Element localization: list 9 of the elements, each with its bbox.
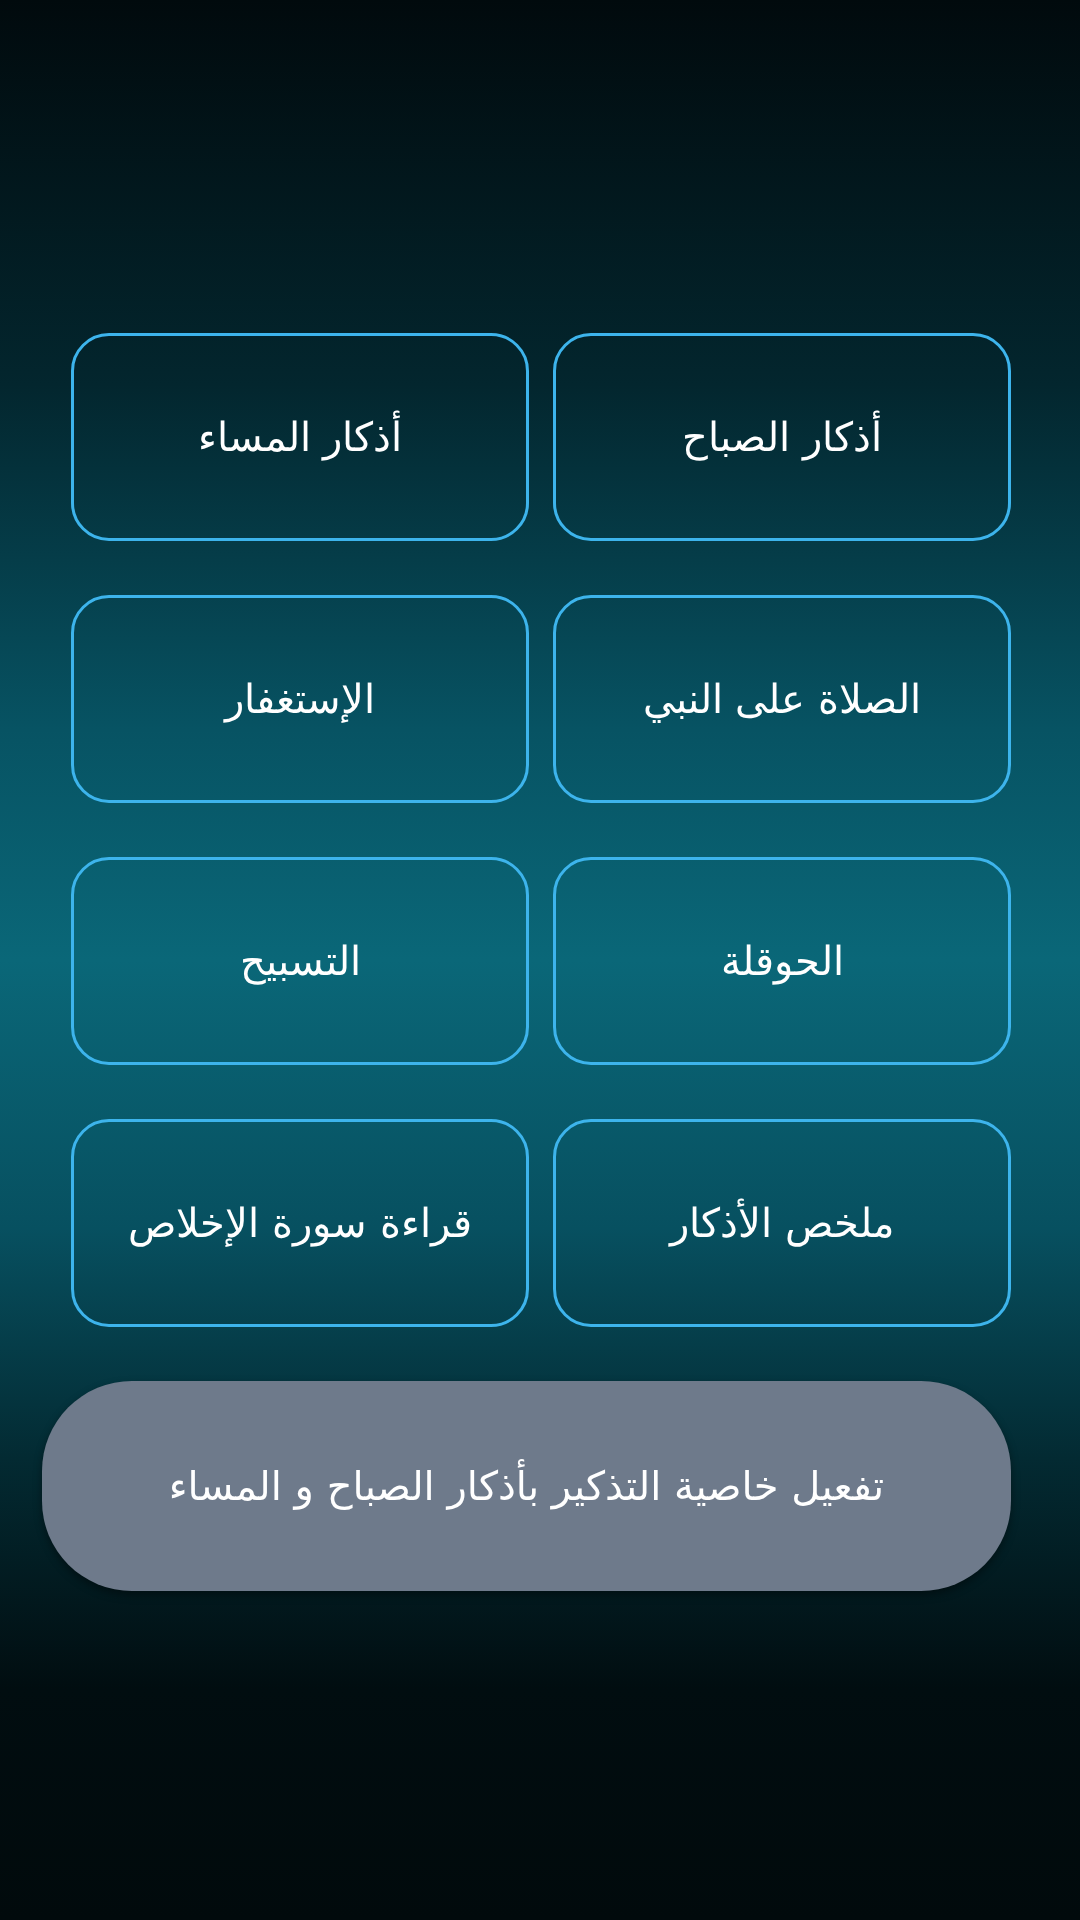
menu-button[interactable]: التسبيح <box>71 857 529 1065</box>
menu-button[interactable]: الحوقلة <box>553 857 1011 1065</box>
menu-button[interactable]: أذكار المساء <box>71 333 529 541</box>
menu-button[interactable]: قراءة سورة الإخلاص <box>71 1119 529 1327</box>
menu-button[interactable]: الصلاة على النبي <box>553 595 1011 803</box>
menu-button[interactable]: ملخص الأذكار <box>553 1119 1011 1327</box>
reminder-button[interactable]: تفعيل خاصية التذكير بأذكار الصباح و المساء <box>42 1381 1011 1591</box>
menu-button[interactable]: الإستغفار <box>71 595 529 803</box>
menu-button[interactable]: أذكار الصباح <box>553 333 1011 541</box>
